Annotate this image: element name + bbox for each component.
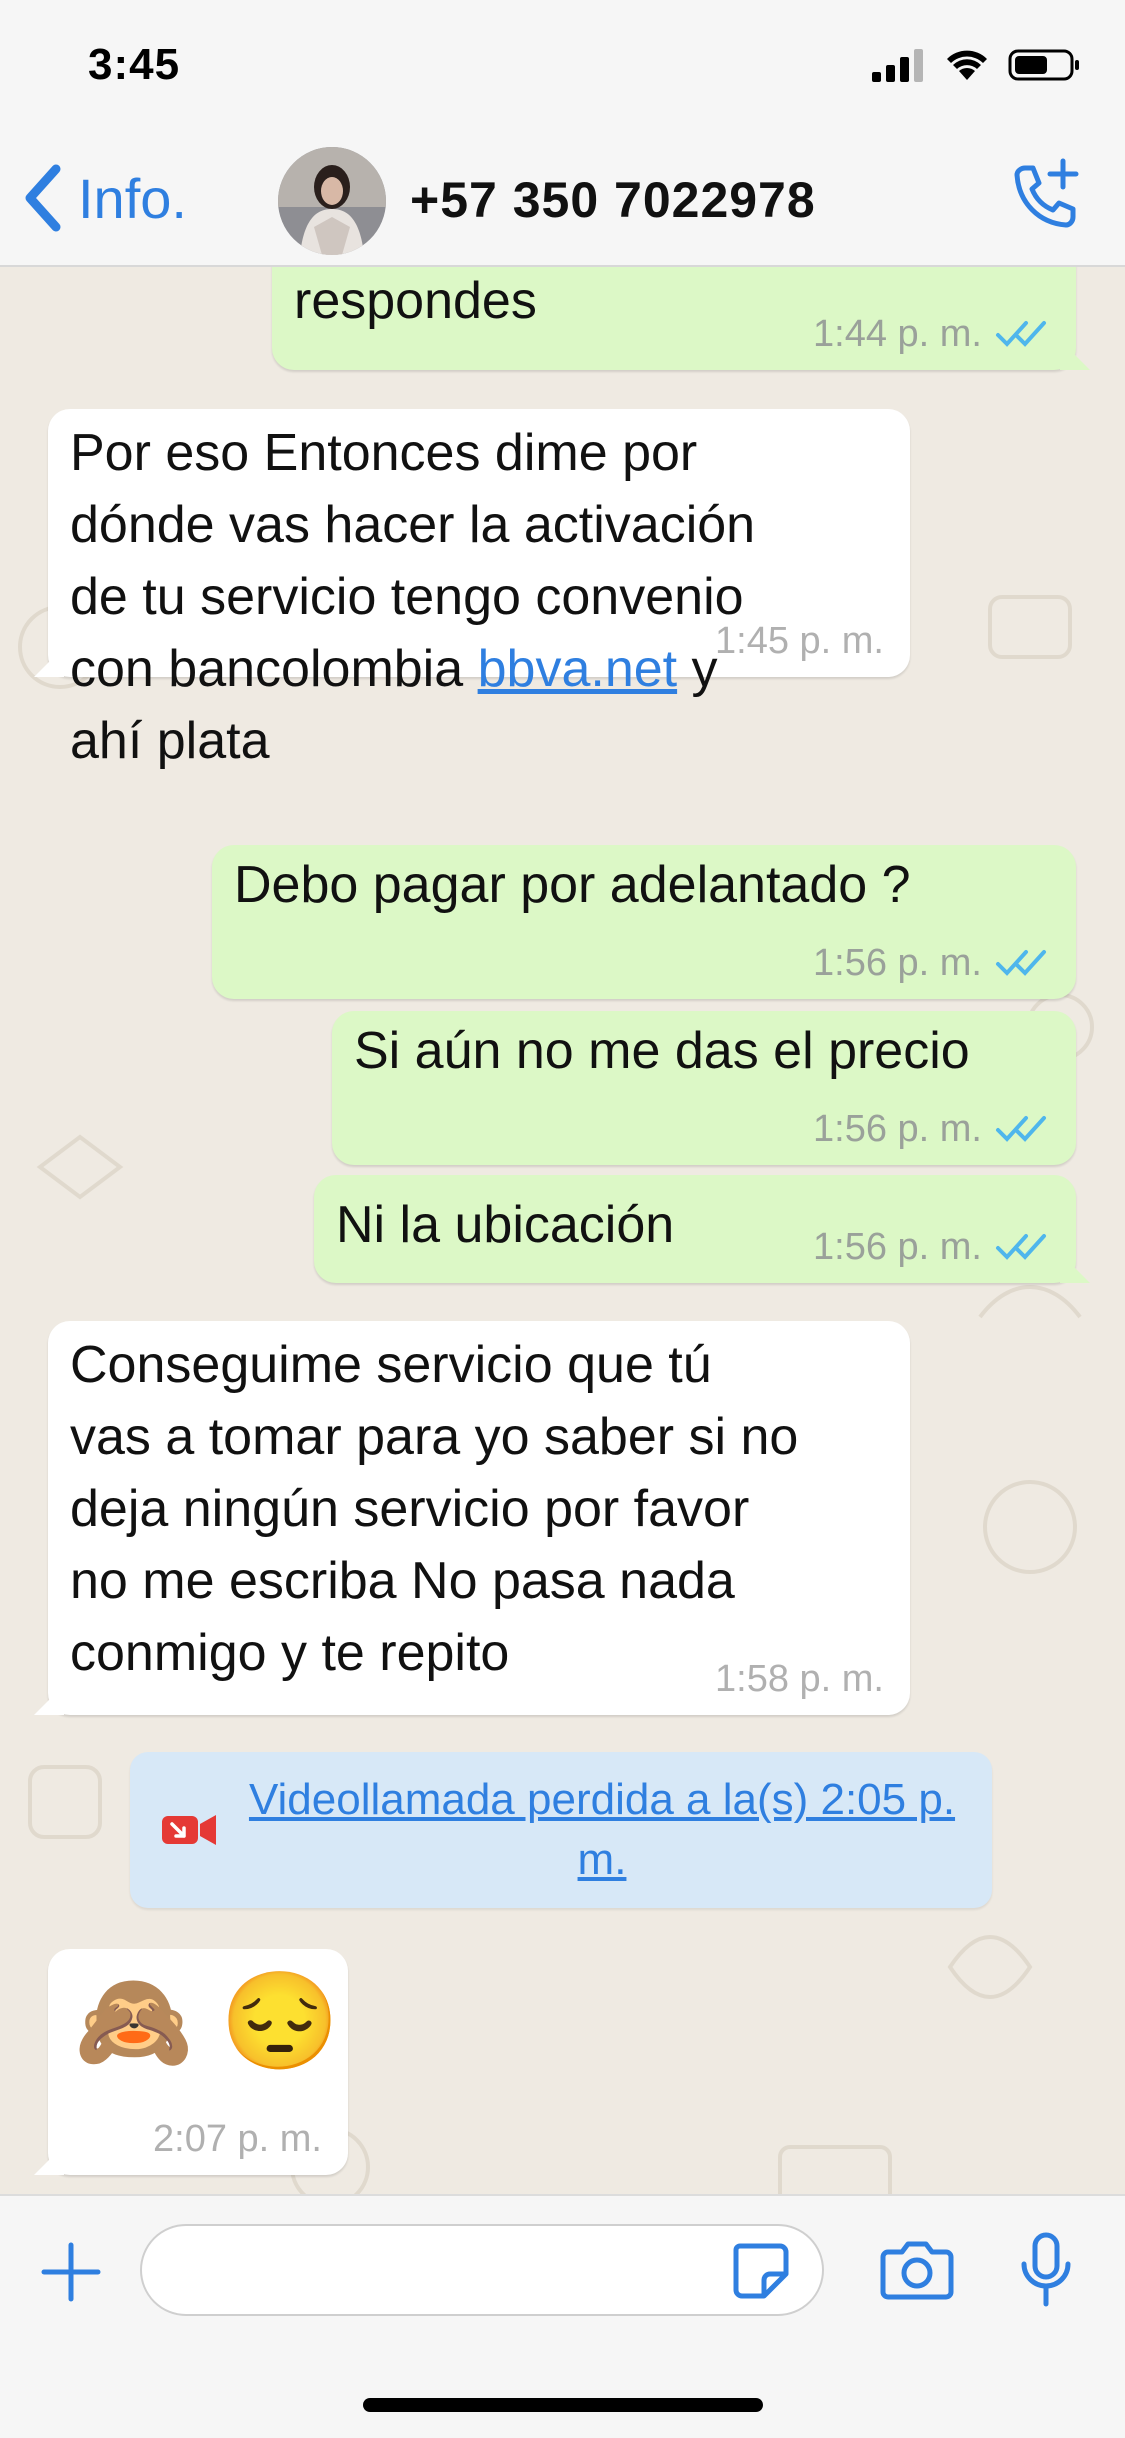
contact-avatar[interactable] [278, 147, 386, 255]
message-meta: 2:07 p. m. [153, 2117, 322, 2161]
composer-bar [0, 2194, 1125, 2438]
message-input[interactable] [140, 2224, 824, 2316]
message-time: 1:58 p. m. [715, 1658, 884, 1700]
missed-video-call-banner[interactable]: Videollamada perdida a la(s) 2:05 p. m. [130, 1752, 992, 1908]
message-line: Conseguime servicio que tú [70, 1336, 712, 1394]
message-text: Debo pagar por adelantado ? [234, 856, 911, 914]
home-indicator [363, 2398, 763, 2412]
message-outgoing[interactable]: Debo pagar por adelantado ? 1:56 p. m. [212, 845, 1076, 999]
bubble-tail [34, 2145, 64, 2175]
message-meta: 1:56 p. m. [813, 941, 1050, 985]
message-outgoing[interactable]: respondes 1:44 p. m. [272, 267, 1090, 370]
message-line: dónde vas hacer la activación [70, 496, 756, 554]
message-line: vas a tomar para yo saber si no [70, 1408, 799, 1466]
message-meta: 1:45 p. m. [715, 619, 884, 663]
battery-icon [1008, 49, 1079, 81]
microphone-icon [1021, 2232, 1071, 2307]
message-text: respondes [294, 272, 537, 330]
emoji-text: 🙈 😔 [74, 1968, 340, 2075]
sticker-button[interactable] [730, 2240, 790, 2305]
attach-button[interactable] [40, 2241, 102, 2308]
message-incoming[interactable]: Por eso Entonces dime por dónde vas hace… [34, 409, 910, 770]
avatar-photo [278, 147, 386, 255]
bubble-tail [1060, 340, 1090, 370]
message-line: deja ningún servicio por favor [70, 1480, 750, 1538]
back-label: Info. [78, 166, 187, 230]
back-button[interactable]: Info. [22, 163, 187, 233]
missed-call-text[interactable]: Videollamada perdida a la(s) 2:05 p. m. [242, 1770, 962, 1890]
message-meta: 1:58 p. m. [715, 1657, 884, 1701]
message-incoming[interactable]: 🙈 😔 2:07 p. m. [34, 1949, 348, 2175]
message-outgoing[interactable]: Ni la ubicación 1:56 p. m. [314, 1175, 1090, 1283]
status-bar: 3:45 [0, 0, 1125, 135]
message-list[interactable]: respondes 1:44 p. m. Por eso Entonces di… [0, 267, 1125, 2194]
message-time: 1:56 p. m. [813, 942, 982, 984]
message-time: 1:44 p. m. [813, 313, 982, 355]
message-incoming[interactable]: Conseguime servicio que tú vas a tomar p… [34, 1321, 910, 1715]
message-text: Por eso Entonces dime por dónde vas hace… [70, 417, 900, 777]
wifi-icon [947, 50, 987, 80]
message-time: 1:56 p. m. [813, 1226, 982, 1268]
chevron-left-icon [25, 164, 61, 232]
double-check-icon [996, 1116, 1046, 1142]
whatsapp-chat-screen: 3:45 Info. +57 350 7022978 respondes 1:4… [0, 0, 1125, 2438]
bubble-tail [34, 1685, 64, 1715]
bbva-link[interactable]: bbva.net [478, 640, 678, 698]
message-outgoing[interactable]: Si aún no me das el precio 1:56 p. m. [332, 1011, 1076, 1165]
message-meta: 1:56 p. m. [813, 1225, 1050, 1269]
add-call-button[interactable] [1003, 157, 1083, 242]
message-text: Ni la ubicación [336, 1196, 675, 1254]
bubble-tail [34, 647, 64, 677]
message-time: 1:45 p. m. [715, 620, 884, 662]
message-meta: 1:44 p. m. [813, 312, 1050, 356]
contact-name[interactable]: +57 350 7022978 [410, 171, 816, 229]
video-camera-missed-icon [162, 1815, 216, 1845]
bubble-tail [1060, 1253, 1090, 1283]
double-check-icon [996, 1234, 1046, 1260]
cellular-signal-icon [872, 49, 923, 82]
message-line: no me escriba No pasa nada [70, 1552, 735, 1610]
camera-button[interactable] [880, 2236, 954, 2307]
message-time: 1:56 p. m. [813, 1108, 982, 1150]
camera-icon [880, 2241, 954, 2300]
microphone-button[interactable] [1018, 2232, 1074, 2313]
message-text: Si aún no me das el precio [354, 1022, 970, 1080]
double-check-icon [996, 950, 1046, 976]
chat-header: Info. +57 350 7022978 [0, 135, 1125, 267]
plus-icon [41, 2242, 101, 2302]
phone-add-icon [1014, 158, 1079, 228]
message-line: ahí plata [70, 712, 270, 770]
message-text: Conseguime servicio que tú vas a tomar p… [70, 1329, 900, 1689]
double-check-icon [996, 321, 1046, 347]
message-line: Por eso Entonces dime por [70, 424, 698, 482]
message-meta: 1:56 p. m. [813, 1107, 1050, 1151]
message-time: 2:07 p. m. [153, 2118, 322, 2160]
status-icons [872, 48, 1080, 82]
sticker-icon [733, 2243, 789, 2299]
status-time: 3:45 [88, 40, 181, 89]
